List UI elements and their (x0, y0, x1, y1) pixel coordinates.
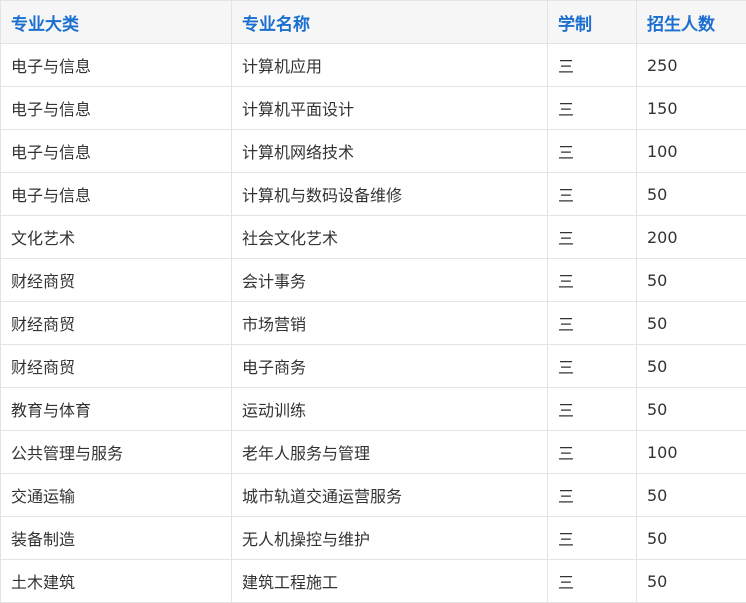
enrollment-table: 专业大类 专业名称 学制 招生人数 电子与信息 计算机应用 三 250 电子与信… (0, 0, 746, 603)
cell-major-name: 运动训练 (232, 388, 548, 431)
cell-major-category: 财经商贸 (1, 345, 232, 388)
cell-major-category: 电子与信息 (1, 87, 232, 130)
cell-enrollment: 100 (637, 431, 746, 474)
cell-major-name: 会计事务 (232, 259, 548, 302)
cell-major-category: 装备制造 (1, 517, 232, 560)
cell-major-category: 电子与信息 (1, 44, 232, 87)
table-row: 电子与信息 计算机网络技术 三 100 (1, 130, 746, 173)
table-header: 专业大类 专业名称 学制 招生人数 (1, 1, 746, 44)
cell-enrollment: 50 (637, 560, 746, 603)
table-row: 交通运输 城市轨道交通运营服务 三 50 (1, 474, 746, 517)
cell-duration: 三 (548, 44, 637, 87)
cell-enrollment: 50 (637, 474, 746, 517)
cell-duration: 三 (548, 474, 637, 517)
cell-major-name: 计算机平面设计 (232, 87, 548, 130)
cell-enrollment: 100 (637, 130, 746, 173)
table-row: 公共管理与服务 老年人服务与管理 三 100 (1, 431, 746, 474)
cell-major-category: 教育与体育 (1, 388, 232, 431)
cell-major-category: 交通运输 (1, 474, 232, 517)
cell-duration: 三 (548, 173, 637, 216)
cell-major-name: 计算机与数码设备维修 (232, 173, 548, 216)
cell-enrollment: 50 (637, 388, 746, 431)
header-duration: 学制 (548, 1, 637, 44)
cell-duration: 三 (548, 517, 637, 560)
cell-duration: 三 (548, 259, 637, 302)
cell-duration: 三 (548, 345, 637, 388)
cell-duration: 三 (548, 302, 637, 345)
header-enrollment: 招生人数 (637, 1, 746, 44)
header-row: 专业大类 专业名称 学制 招生人数 (1, 1, 746, 44)
cell-major-category: 电子与信息 (1, 130, 232, 173)
cell-duration: 三 (548, 388, 637, 431)
table-row: 文化艺术 社会文化艺术 三 200 (1, 216, 746, 259)
cell-enrollment: 50 (637, 259, 746, 302)
table-row: 装备制造 无人机操控与维护 三 50 (1, 517, 746, 560)
cell-duration: 三 (548, 560, 637, 603)
cell-major-name: 计算机网络技术 (232, 130, 548, 173)
cell-major-name: 老年人服务与管理 (232, 431, 548, 474)
cell-duration: 三 (548, 130, 637, 173)
table-row: 电子与信息 计算机与数码设备维修 三 50 (1, 173, 746, 216)
cell-major-name: 社会文化艺术 (232, 216, 548, 259)
table-body: 电子与信息 计算机应用 三 250 电子与信息 计算机平面设计 三 150 电子… (1, 44, 746, 603)
cell-enrollment: 50 (637, 173, 746, 216)
cell-major-name: 无人机操控与维护 (232, 517, 548, 560)
cell-enrollment: 50 (637, 517, 746, 560)
header-major-name: 专业名称 (232, 1, 548, 44)
table-row: 电子与信息 计算机应用 三 250 (1, 44, 746, 87)
cell-major-category: 财经商贸 (1, 302, 232, 345)
cell-major-name: 市场营销 (232, 302, 548, 345)
cell-duration: 三 (548, 87, 637, 130)
table-row: 教育与体育 运动训练 三 50 (1, 388, 746, 431)
cell-enrollment: 50 (637, 302, 746, 345)
cell-major-category: 土木建筑 (1, 560, 232, 603)
table-row: 财经商贸 电子商务 三 50 (1, 345, 746, 388)
cell-duration: 三 (548, 431, 637, 474)
cell-major-category: 电子与信息 (1, 173, 232, 216)
cell-major-category: 文化艺术 (1, 216, 232, 259)
table-row: 财经商贸 会计事务 三 50 (1, 259, 746, 302)
cell-enrollment: 50 (637, 345, 746, 388)
cell-major-name: 电子商务 (232, 345, 548, 388)
cell-major-name: 建筑工程施工 (232, 560, 548, 603)
table-row: 电子与信息 计算机平面设计 三 150 (1, 87, 746, 130)
cell-major-category: 公共管理与服务 (1, 431, 232, 474)
cell-enrollment: 200 (637, 216, 746, 259)
table-row: 土木建筑 建筑工程施工 三 50 (1, 560, 746, 603)
cell-enrollment: 150 (637, 87, 746, 130)
cell-enrollment: 250 (637, 44, 746, 87)
cell-major-name: 计算机应用 (232, 44, 548, 87)
header-major-category: 专业大类 (1, 1, 232, 44)
cell-duration: 三 (548, 216, 637, 259)
cell-major-category: 财经商贸 (1, 259, 232, 302)
cell-major-name: 城市轨道交通运营服务 (232, 474, 548, 517)
table-row: 财经商贸 市场营销 三 50 (1, 302, 746, 345)
